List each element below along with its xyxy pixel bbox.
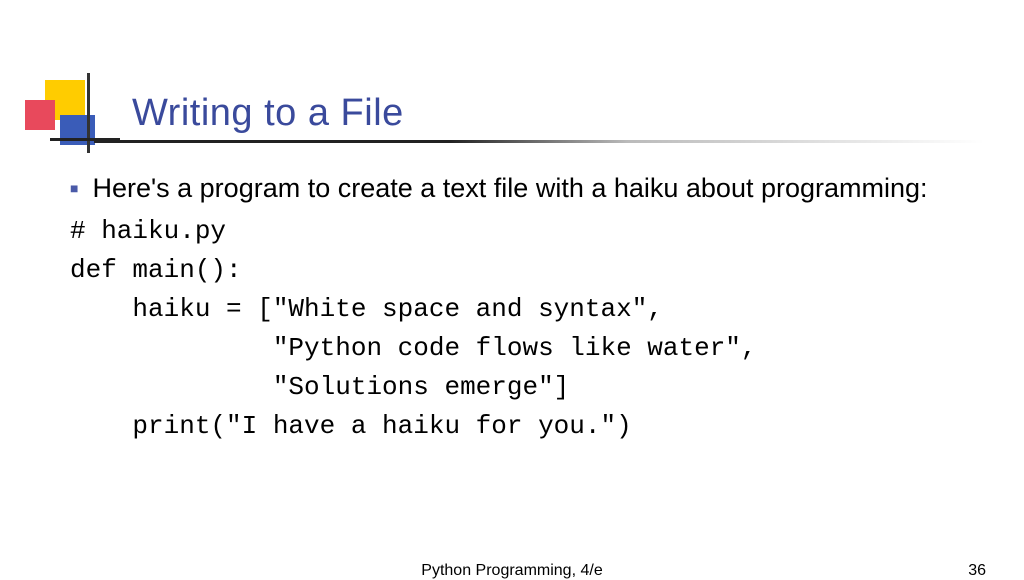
title-underline [94,140,984,143]
code-line: haiku = ["White space and syntax", [70,290,984,329]
bullet-item: ■ Here's a program to create a text file… [70,170,984,206]
code-line: "Python code flows like water", [70,329,984,368]
slide-content: ■ Here's a program to create a text file… [70,170,984,446]
code-line: # haiku.py [70,212,984,251]
slide-logo [25,80,95,145]
slide-title: Writing to a File [132,92,404,135]
footer-book-title: Python Programming, 4/e [421,562,602,580]
bullet-text: Here's a program to create a text file w… [92,170,927,206]
logo-vertical-line [87,73,90,153]
logo-red-square [25,100,55,130]
footer-page-number: 36 [968,562,986,580]
code-block: # haiku.py def main(): haiku = ["White s… [70,212,984,446]
code-line: def main(): [70,251,984,290]
code-line: "Solutions emerge"] [70,368,984,407]
code-line: print("I have a haiku for you.") [70,407,984,446]
bullet-marker-icon: ■ [70,180,78,196]
